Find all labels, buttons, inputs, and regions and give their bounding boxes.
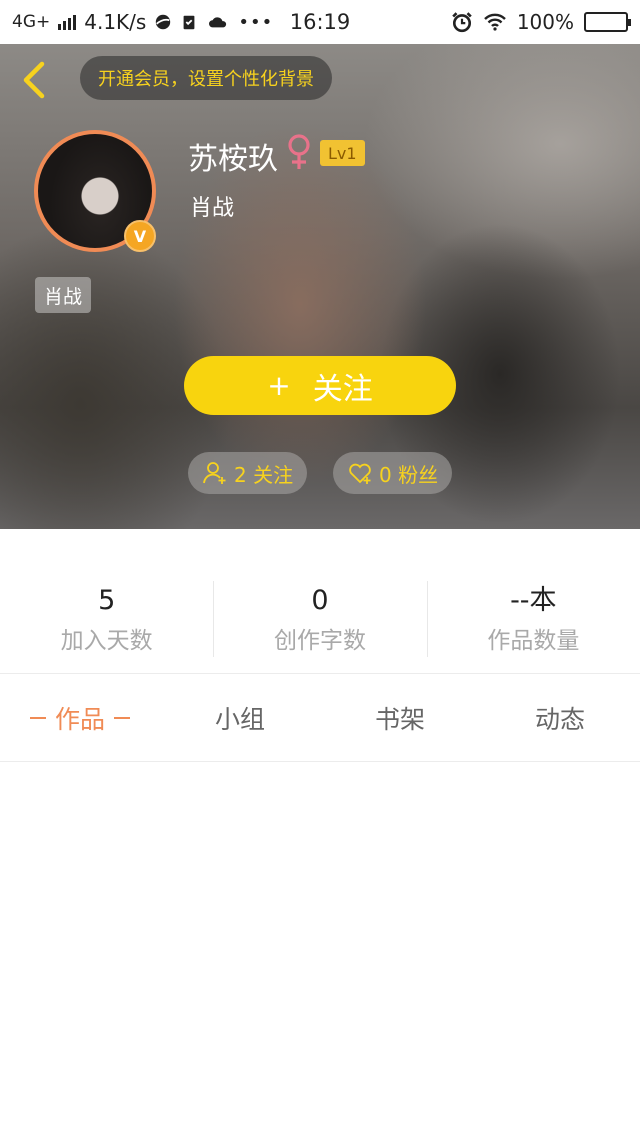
status-right: 100% [451, 10, 631, 34]
stat-word-count: 0 创作字数 [213, 529, 426, 673]
tab-indicator-left [29, 716, 46, 719]
avatar[interactable]: V [34, 130, 156, 252]
user-name: 苏桉玖 [188, 142, 278, 177]
vip-banner[interactable]: 开通会员，设置个性化背景 [80, 56, 332, 100]
tab-activity[interactable]: 动态 [480, 674, 640, 761]
status-left: 4G+ 4.1K/s ••• [12, 10, 273, 34]
stat-value: 5 [98, 585, 116, 616]
user-signature: 肖战 [190, 196, 235, 221]
verified-badge: V [124, 220, 156, 252]
follow-button[interactable]: + 关注 [184, 356, 456, 415]
network-speed: 4.1K/s [84, 10, 147, 34]
tab-label: 动态 [534, 704, 585, 734]
clipboard-icon [183, 15, 195, 30]
cloud-icon [209, 17, 227, 28]
stat-label: 加入天数 [60, 628, 153, 654]
stats-row: 5 加入天数 0 创作字数 --本 作品数量 [0, 529, 640, 674]
tab-groups[interactable]: 小组 [160, 674, 320, 761]
fans-button[interactable]: 0 粉丝 [333, 452, 453, 494]
tab-label: 书架 [374, 704, 425, 734]
browser-icon [156, 14, 171, 30]
signal-icon [58, 14, 77, 30]
tab-label: 小组 [214, 704, 265, 734]
level-badge: Lv1 [320, 140, 365, 166]
female-icon [288, 134, 310, 169]
plus-icon: + [267, 369, 291, 402]
tab-label: 作品 [54, 704, 105, 734]
tab-indicator-right [114, 716, 130, 719]
tab-works[interactable]: 作品 [0, 674, 160, 761]
back-button[interactable] [14, 58, 54, 102]
network-type: 4G+ [12, 12, 51, 32]
tab-bookshelf[interactable]: 书架 [320, 674, 480, 761]
following-count: 2 关注 [234, 462, 294, 487]
follow-label: 关注 [312, 371, 373, 407]
user-add-icon [203, 462, 226, 484]
stat-works-count: --本 作品数量 [426, 529, 640, 673]
interest-tag[interactable]: 肖战 [35, 277, 92, 313]
more-icon: ••• [238, 11, 274, 33]
stat-join-days: 5 加入天数 [0, 529, 213, 673]
stat-label: 作品数量 [487, 628, 580, 654]
stat-value: 0 [311, 585, 329, 616]
battery-percent: 100% [516, 10, 574, 34]
profile-tabs: 作品 小组 书架 动态 [0, 674, 640, 762]
following-button[interactable]: 2 关注 [188, 452, 308, 494]
stat-value: --本 [510, 585, 557, 616]
wifi-icon [483, 13, 506, 31]
alarm-icon [452, 12, 472, 33]
profile-header: 开通会员，设置个性化背景 V 苏桉玖 Lv1 肖战 肖战 + 关注 2 关注 0… [0, 44, 640, 529]
battery-icon [584, 12, 631, 32]
fans-count: 0 粉丝 [379, 462, 439, 487]
tab-content [0, 763, 640, 1138]
stat-label: 创作字数 [273, 628, 366, 654]
status-bar: 4G+ 4.1K/s ••• 16:19 100% [0, 0, 640, 44]
heart-icon [349, 463, 371, 484]
